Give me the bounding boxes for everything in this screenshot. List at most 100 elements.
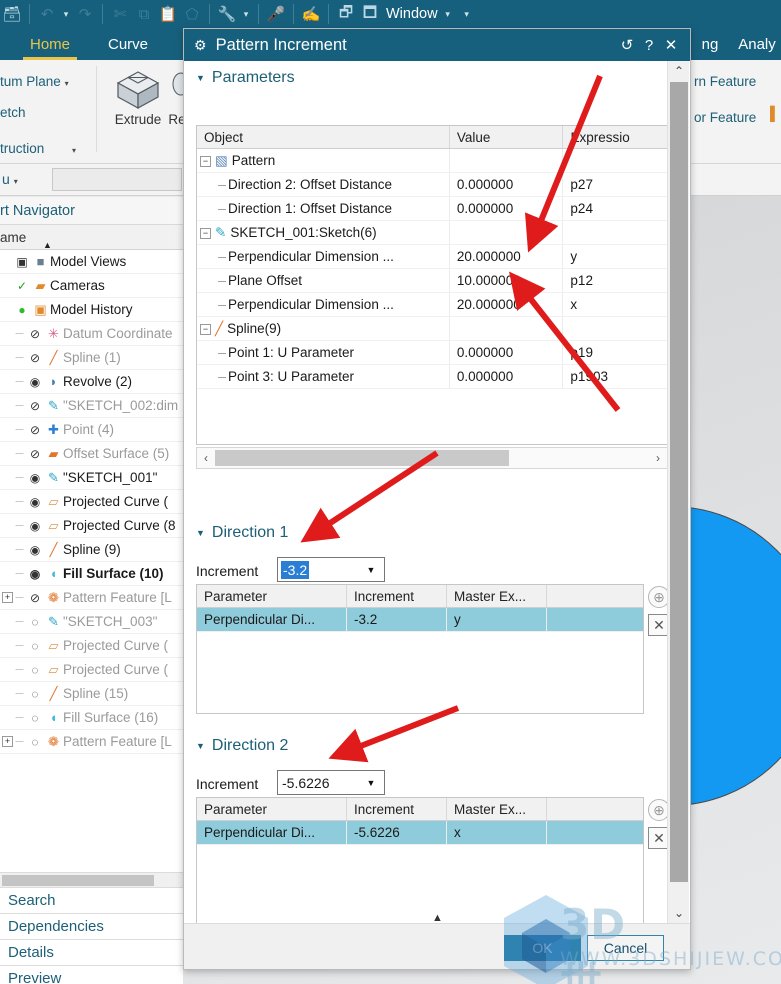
save-icon[interactable]: 🗃 — [0, 2, 24, 26]
visibility-toggle-icon[interactable]: ✓ — [13, 279, 31, 293]
touch-mode-icon[interactable]: ✍ — [299, 2, 323, 26]
tree-item-4[interactable]: ─ ⊘ ╱ Spline (1) — [0, 346, 183, 370]
collapse-triangle-icon[interactable]: ▼ — [196, 73, 205, 83]
customize-caret-icon[interactable]: ▾ — [239, 2, 253, 26]
scrollbar-thumb[interactable] — [670, 82, 688, 882]
direction2-table[interactable]: Parameter Increment Master Ex... Perpend… — [196, 797, 644, 923]
microphone-icon[interactable]: 🎤 — [264, 2, 288, 26]
direction2-column-master-expression[interactable]: Master Ex... — [447, 798, 547, 820]
tree-item-9[interactable]: ─ ◉ ✎ "SKETCH_001" — [0, 466, 183, 490]
tree-item-10[interactable]: ─ ◉ ▱ Projected Curve ( — [0, 490, 183, 514]
scroll-up-icon[interactable]: ⌃ — [668, 61, 690, 81]
ribbon-sketch-item[interactable]: etch — [0, 105, 26, 120]
direction1-column-increment[interactable]: Increment — [347, 585, 447, 607]
visibility-toggle-icon[interactable]: ◉ — [26, 495, 44, 509]
reset-button[interactable]: ↺ — [616, 36, 638, 54]
direction1-table[interactable]: Parameter Increment Master Ex... Perpend… — [196, 584, 644, 714]
part-navigator-hscrollbar[interactable] — [0, 872, 183, 887]
tree-item-5[interactable]: ─ ◉ ◗ Revolve (2) — [0, 370, 183, 394]
scroll-down-icon[interactable]: ⌄ — [668, 903, 690, 923]
ribbon-datum-plane-item[interactable]: tum Plane ▾ — [0, 74, 69, 89]
table-row[interactable]: ─ Plane Offset 10.000000 p12 — [197, 269, 667, 293]
chevron-down-icon[interactable]: ▼ — [358, 565, 384, 575]
close-button[interactable]: ✕ — [660, 36, 682, 54]
table-row[interactable]: Perpendicular Di... -5.6226 x — [197, 821, 643, 845]
ribbon-construction-item[interactable]: truction ▾ — [0, 141, 76, 156]
visibility-toggle-icon[interactable]: ⊘ — [26, 591, 44, 605]
visibility-toggle-icon[interactable]: ◉ — [26, 471, 44, 485]
dialog-vscrollbar[interactable]: ⌃ ⌄ — [667, 61, 689, 923]
chevron-down-icon[interactable]: ▾ — [65, 79, 69, 88]
window-tile-icon[interactable]: 🗗 — [334, 2, 358, 26]
panel-section-dependencies[interactable]: Dependencies — [0, 913, 183, 939]
visibility-toggle-icon[interactable]: ◌ — [26, 687, 44, 701]
menu-button[interactable]: u ▾ — [2, 171, 18, 187]
ribbon-pattern-feature-label[interactable]: rn Feature — [694, 74, 756, 89]
visibility-toggle-icon[interactable]: ⊘ — [26, 351, 44, 365]
visibility-toggle-icon[interactable]: ⊘ — [26, 399, 44, 413]
direction1-section-header[interactable]: ▼ Direction 1 — [196, 524, 288, 542]
tree-item-20[interactable]: + ─ ◌ ❁ Pattern Feature [L — [0, 730, 183, 754]
table-row[interactable]: ─ Perpendicular Dimension ... 20.000000 y — [197, 245, 667, 269]
ok-button[interactable]: OK — [504, 935, 581, 961]
visibility-toggle-icon[interactable]: ◌ — [26, 615, 44, 629]
cut-icon[interactable]: ✄ — [108, 2, 132, 26]
help-button[interactable]: ? — [638, 37, 660, 54]
scrollbar-thumb[interactable] — [2, 875, 154, 886]
chevron-down-icon[interactable]: ▾ — [72, 146, 76, 155]
collapse-triangle-icon[interactable]: ▼ — [196, 528, 205, 538]
tree-expander-icon[interactable]: − — [200, 155, 211, 167]
cancel-button[interactable]: Cancel — [587, 935, 664, 961]
direction1-increment-value[interactable]: -3.2 — [281, 560, 310, 579]
window-icon[interactable]: 🗖 — [358, 2, 382, 26]
table-row[interactable]: ─ Perpendicular Dimension ... 20.000000 x — [197, 293, 667, 317]
visibility-toggle-icon[interactable]: ● — [13, 303, 31, 317]
direction2-column-increment[interactable]: Increment — [347, 798, 447, 820]
chevron-down-icon[interactable]: ▾ — [14, 177, 18, 186]
parameters-column-object[interactable]: Object — [197, 126, 450, 148]
direction2-increment-combo[interactable]: -5.6226 ▼ — [277, 770, 385, 795]
part-navigator-column-header[interactable]: ame ▲ — [0, 225, 183, 250]
visibility-toggle-icon[interactable]: ◌ — [26, 663, 44, 677]
tree-expander-icon[interactable]: + — [2, 736, 13, 747]
window-menu-caret-icon[interactable]: ▾ — [441, 2, 455, 26]
direction1-increment-combo[interactable]: -3.2 ▼ — [277, 557, 385, 582]
tree-item-0[interactable]: ▣ ■ Model Views — [0, 250, 183, 274]
undo-icon[interactable]: ↶ — [35, 2, 59, 26]
scrollbar-thumb[interactable] — [215, 450, 509, 466]
panel-section-search[interactable]: Search — [0, 887, 183, 913]
visibility-toggle-icon[interactable]: ◌ — [26, 735, 44, 749]
visibility-toggle-icon[interactable]: ◌ — [26, 639, 44, 653]
tree-item-16[interactable]: ─ ◌ ▱ Projected Curve ( — [0, 634, 183, 658]
toolbar-overflow-caret-icon[interactable]: ▾ — [460, 2, 474, 26]
visibility-toggle-icon[interactable]: ⊘ — [26, 327, 44, 341]
parameters-column-expression[interactable]: Expressio — [563, 126, 667, 148]
panel-section-details[interactable]: Details — [0, 939, 183, 965]
dialog-title-bar[interactable]: ⚙ Pattern Increment ↺ ? ✕ — [184, 29, 690, 61]
ribbon-mirror-feature-label[interactable]: or Feature — [694, 110, 756, 125]
table-row[interactable]: − ╱ Spline(9) — [197, 317, 667, 341]
tree-item-2[interactable]: ● ▣ Model History — [0, 298, 183, 322]
visibility-toggle-icon[interactable]: ⊘ — [26, 423, 44, 437]
table-row[interactable]: ─ Point 1: U Parameter 0.000000 p19 — [197, 341, 667, 365]
direction1-column-master-expression[interactable]: Master Ex... — [447, 585, 547, 607]
parameters-section-header[interactable]: ▼ Parameters — [196, 69, 295, 87]
visibility-toggle-icon[interactable]: ◉ — [26, 519, 44, 533]
visibility-toggle-icon[interactable]: ▣ — [13, 255, 31, 269]
redo-icon[interactable]: ↷ — [73, 2, 97, 26]
tree-item-19[interactable]: ─ ◌ ◖ Fill Surface (16) — [0, 706, 183, 730]
collapse-triangle-icon[interactable]: ▼ — [196, 741, 205, 751]
tree-item-11[interactable]: ─ ◉ ▱ Projected Curve (8 — [0, 514, 183, 538]
scrollbar-track[interactable] — [215, 448, 649, 468]
table-row[interactable]: − ▧ Pattern — [197, 149, 667, 173]
scroll-left-icon[interactable]: ‹ — [197, 451, 215, 465]
tree-item-13[interactable]: ─ ◉ ◖ Fill Surface (10) — [0, 562, 183, 586]
parameters-column-value[interactable]: Value — [450, 126, 564, 148]
paste-special-icon[interactable]: ⬠ — [180, 2, 204, 26]
tab-curve[interactable]: Curve — [98, 28, 158, 60]
tree-item-8[interactable]: ─ ⊘ ▰ Offset Surface (5) — [0, 442, 183, 466]
tree-item-18[interactable]: ─ ◌ ╱ Spline (15) — [0, 682, 183, 706]
table-row[interactable]: ─ Point 3: U Parameter 0.000000 p1903 — [197, 365, 667, 389]
command-search-input[interactable] — [52, 168, 182, 191]
dialog-collapse-arrow-icon[interactable]: ▲ — [432, 912, 443, 924]
